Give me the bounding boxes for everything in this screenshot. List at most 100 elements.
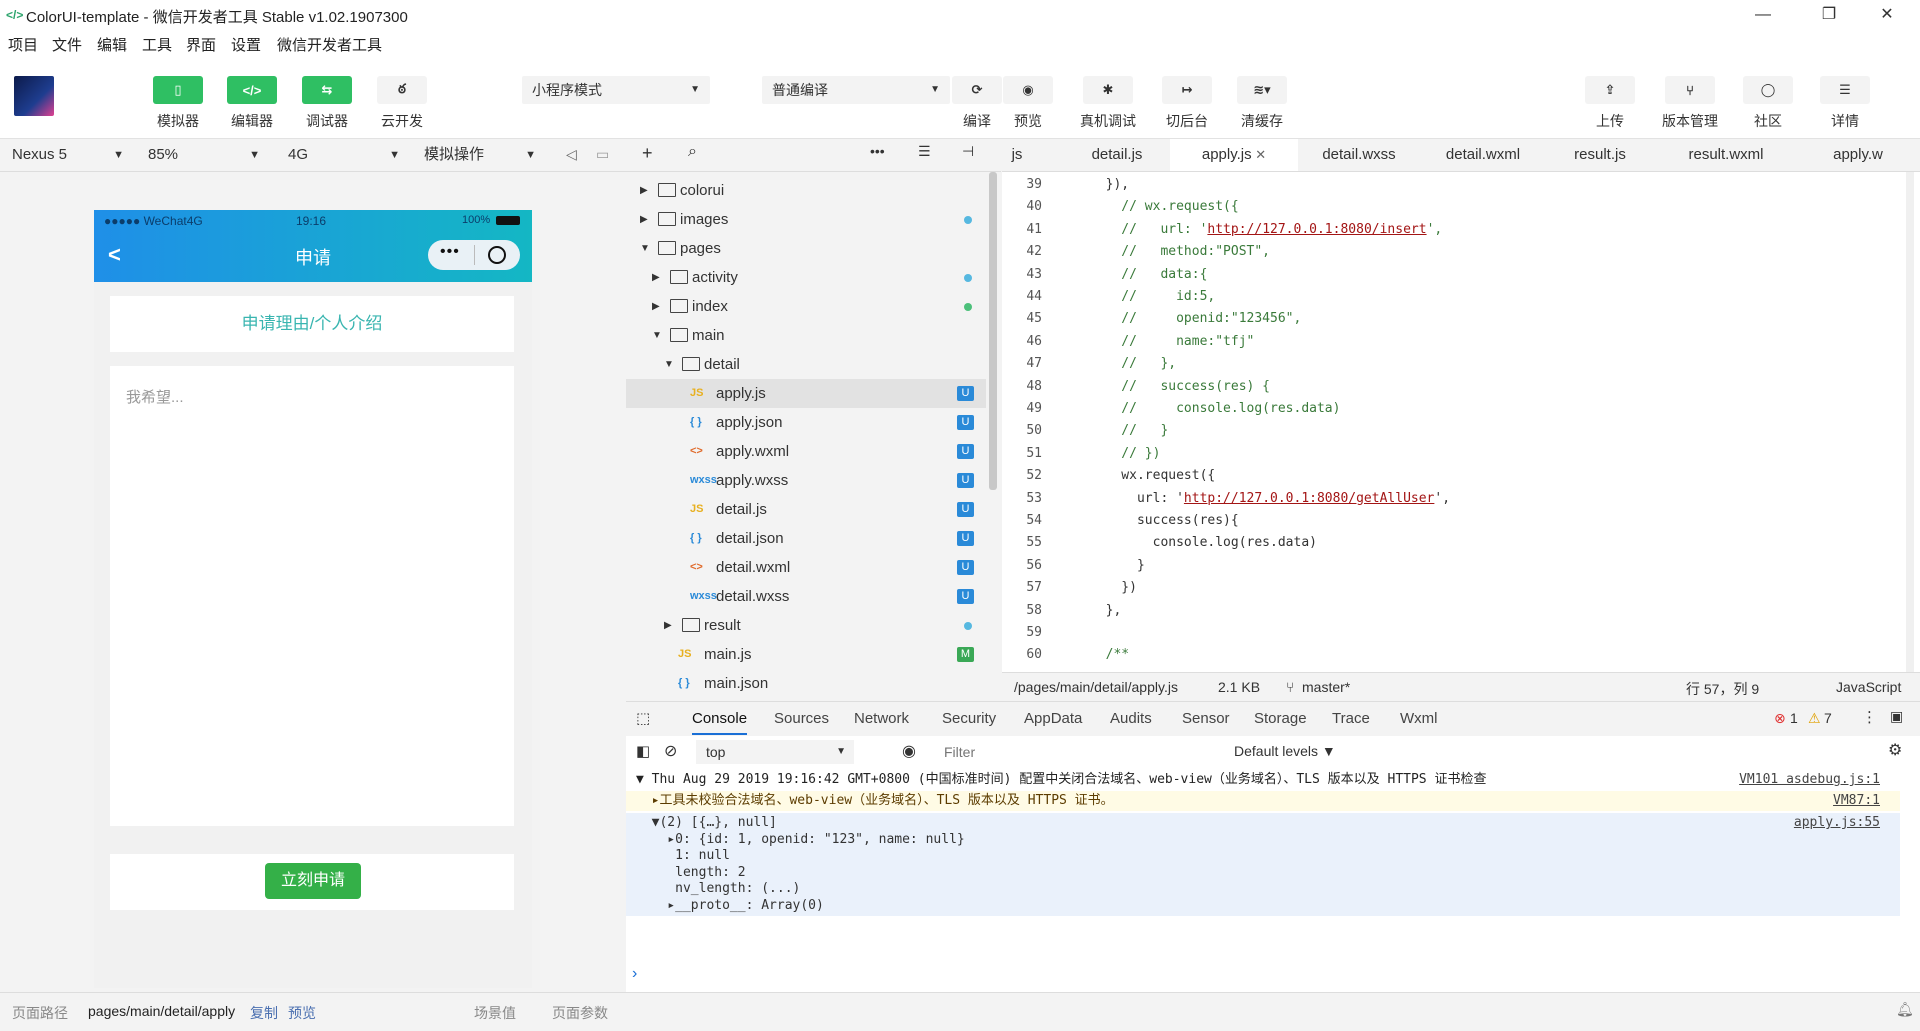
eye-icon[interactable]: ◉ [902,741,916,761]
menu-interface[interactable]: 界面 [186,34,216,55]
reason-textarea[interactable]: 我希望... [110,366,514,826]
params-button[interactable]: 页面参数 [552,1003,608,1023]
chevron-right-icon[interactable]: ▶ [652,263,660,292]
code-editor[interactable]: 39 }), 40 // wx.request({41 // url: 'http… [1002,172,1920,672]
avatar[interactable] [14,76,54,116]
clear-console-icon[interactable]: ⊘ [664,741,677,761]
error-count[interactable]: 1 [1790,710,1798,726]
network-select[interactable]: 4G ▼ [288,139,400,171]
devtools-tab-audits[interactable]: Audits [1110,710,1152,727]
chevron-right-icon[interactable]: ▶ [652,292,660,321]
tree-item-apply-json[interactable]: { } apply.json U [626,408,986,437]
tab-js[interactable]: js [1002,139,1032,171]
console-line[interactable]: ▸工具未校验合法域名、web-view（业务域名）、TLS 版本以及 HTTPS… [626,791,1900,811]
minimize-button[interactable]: — [1740,0,1786,30]
devtools-tab-trace[interactable]: Trace [1332,710,1370,727]
tree-item-detail-js[interactable]: JS detail.js U [626,495,986,524]
source-link[interactable]: VM87:1 [1833,791,1880,811]
chevron-down-icon[interactable]: ▼ [652,321,662,350]
tab-detail-wxss[interactable]: detail.wxss [1298,139,1420,171]
devtools-tab-security[interactable]: Security [942,710,996,727]
clear-cache-button[interactable]: ≋▾ 清缓存 [1232,76,1292,131]
devtools-tab-storage[interactable]: Storage [1254,710,1307,727]
tree-item-detail-wxss[interactable]: wxss detail.wxss U [626,582,986,611]
debugger-button[interactable]: ⇆ 调试器 [297,76,357,131]
tree-item-apply-wxss[interactable]: wxss apply.wxss U [626,466,986,495]
language-mode[interactable]: JavaScript [1836,679,1901,695]
menu-devtools[interactable]: 微信开发者工具 [277,34,382,55]
filter-input[interactable] [936,740,1226,764]
devtools-tab-appdata[interactable]: AppData [1024,710,1082,727]
tree-item-result[interactable]: ▶ result [626,611,986,640]
tab-result-wxml[interactable]: result.wxml [1654,139,1798,171]
context-select[interactable]: top ▼ [696,740,854,764]
menu-tools[interactable]: 工具 [142,34,172,55]
tree-item-activity[interactable]: ▶ activity [626,263,986,292]
community-button[interactable]: ◯ 社区 [1738,76,1798,131]
tab-detail-wxml[interactable]: detail.wxml [1420,139,1546,171]
restore-button[interactable]: ❐ [1806,0,1852,30]
source-link[interactable]: VM101 asdebug.js:1 [1739,770,1880,790]
tree-item-main[interactable]: ▼ main [626,321,986,350]
chevron-down-icon[interactable]: ▼ [664,350,674,379]
search-icon[interactable]: ⌕ [688,143,697,161]
tree-item-main-json[interactable]: { } main.json [626,669,986,698]
add-icon[interactable]: + [642,143,653,164]
tree-item-apply-wxml[interactable]: <> apply.wxml U [626,437,986,466]
remote-debug-button[interactable]: ✱ 真机调试 [1078,76,1138,131]
menu-settings[interactable]: 设置 [231,34,261,55]
close-button[interactable]: ✕ [1864,0,1910,30]
tree-item-detail[interactable]: ▼ detail [626,350,986,379]
collapse-icon[interactable]: ☰ [918,143,931,160]
tree-scrollbar[interactable] [989,172,997,490]
editor-scrollbar[interactable] [1906,172,1914,672]
volume-icon[interactable]: ◁ [566,146,577,163]
chevron-down-icon[interactable]: ▼ [640,234,650,263]
git-branch[interactable]: master* [1302,679,1350,695]
background-button[interactable]: ↦ 切后台 [1157,76,1217,131]
chevron-right-icon[interactable]: ▶ [640,205,648,234]
version-button[interactable]: ⑂ 版本管理 [1660,76,1720,131]
device-select[interactable]: Nexus 5 ▼ [12,139,124,171]
tree-item-images[interactable]: ▶ images [626,205,986,234]
tab-detail-js[interactable]: detail.js [1064,139,1170,171]
kebab-icon[interactable]: ⋮ [1862,708,1877,726]
cloud-button[interactable]: ఠ 云开发 [372,76,432,131]
copy-link[interactable]: 复制 [250,1003,278,1023]
window-icon[interactable]: ▭ [596,146,609,163]
menu-file[interactable]: 文件 [52,34,82,55]
devtools-tab-console[interactable]: Console [692,710,748,735]
dock-icon[interactable]: ▣ [1890,708,1903,725]
bell-icon[interactable]: 🔔︎ [1896,1001,1914,1018]
chevron-right-icon[interactable]: ▶ [640,176,648,205]
tab-apply-w[interactable]: apply.w [1798,139,1918,171]
tree-item-main-js[interactable]: JS main.js M [626,640,986,669]
warning-count[interactable]: 7 [1824,710,1832,726]
tab-apply-js[interactable]: apply.js ✕ [1170,139,1298,171]
close-circle-icon[interactable] [488,246,506,264]
upload-button[interactable]: ⇪ 上传 [1580,76,1640,131]
split-icon[interactable]: ⊣ [962,143,974,160]
tree-item-detail-json[interactable]: { } detail.json U [626,524,986,553]
devtools-tab-wxml[interactable]: Wxml [1400,710,1438,727]
editor-button[interactable]: </> 编辑器 [222,76,282,131]
devtools-tab-sources[interactable]: Sources [774,710,829,727]
tree-item-detail-wxml[interactable]: <> detail.wxml U [626,553,986,582]
inspect-icon[interactable]: ⬚ [636,709,650,727]
menu-edit[interactable]: 编辑 [97,34,127,55]
sidebar-toggle-icon[interactable]: ◧ [636,742,650,760]
devtools-tab-sensor[interactable]: Sensor [1182,710,1230,727]
devtools-tab-network[interactable]: Network [854,710,909,727]
gear-icon[interactable]: ⚙ [1888,740,1902,760]
console-line[interactable]: ▸__proto__: Array(0) [626,896,1900,916]
more-icon[interactable]: ••• [870,143,885,159]
zoom-select[interactable]: 85% ▼ [148,139,260,171]
console-line[interactable]: ▼ Thu Aug 29 2019 19:16:42 GMT+0800 (中国标… [626,770,1900,790]
close-icon[interactable]: ✕ [1252,147,1266,162]
preview-link[interactable]: 预览 [288,1003,316,1023]
menu-project[interactable]: 项目 [8,34,38,55]
levels-select[interactable]: Default levels ▼ [1234,743,1336,759]
scene-button[interactable]: 场景值 [474,1003,516,1023]
mode-select[interactable]: 小程序模式 ▼ [522,76,710,104]
details-button[interactable]: ☰ 详情 [1815,76,1875,131]
